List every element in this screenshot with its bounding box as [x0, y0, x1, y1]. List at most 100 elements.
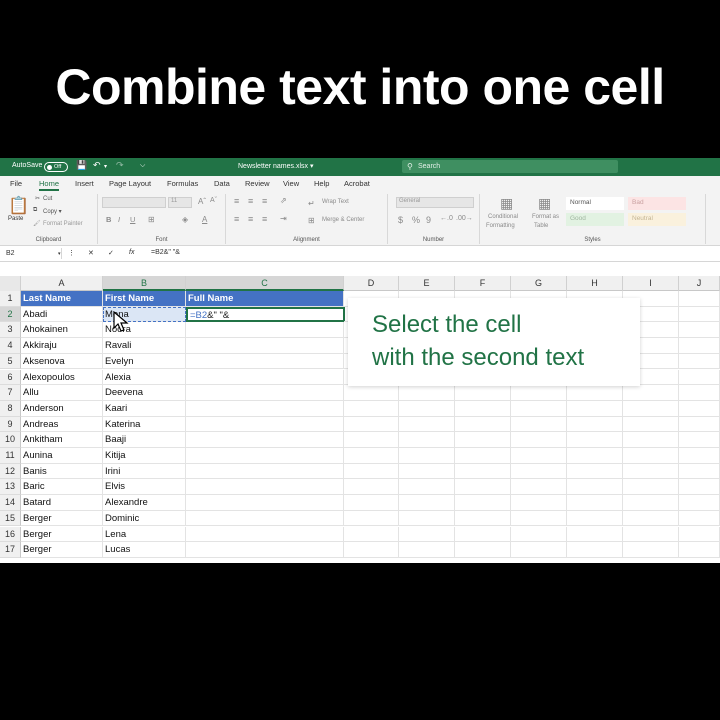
column-header-j[interactable]: J [679, 276, 720, 291]
cell-d7[interactable] [344, 385, 399, 401]
cell-c15[interactable] [186, 510, 344, 527]
orientation-icon[interactable]: ⇗ [280, 196, 287, 205]
cell-a2[interactable]: Abadi [21, 306, 103, 323]
row-header-14[interactable]: 14 [0, 495, 21, 511]
redo-icon[interactable]: ↷ [116, 160, 124, 171]
cell-b15[interactable]: Dominic [103, 510, 186, 527]
cell-a6[interactable]: Alexopoulos [21, 369, 103, 386]
cell-g17[interactable] [511, 542, 567, 558]
cell-f17[interactable] [455, 542, 511, 558]
row-header-10[interactable]: 10 [0, 432, 21, 448]
row-header-7[interactable]: 7 [0, 385, 21, 401]
cell-d12[interactable] [344, 463, 399, 480]
align-right-icon[interactable]: ≡ [262, 214, 267, 224]
tab-file[interactable]: File [10, 179, 22, 188]
cell-j1[interactable] [679, 291, 720, 307]
name-box-dropdown-icon[interactable]: ▾ [58, 251, 61, 257]
row-header-11[interactable]: 11 [0, 448, 21, 464]
borders-icon[interactable]: ⊞ [148, 215, 155, 224]
align-bottom-icon[interactable]: ≡ [262, 196, 267, 206]
cell-h7[interactable] [567, 385, 623, 401]
row-header-4[interactable]: 4 [0, 338, 21, 354]
format-as-table-label-1[interactable]: Format as [532, 214, 559, 220]
cell-c12[interactable] [186, 463, 344, 480]
cell-a8[interactable]: Anderson [21, 400, 103, 417]
cell-g8[interactable] [511, 400, 567, 417]
row-header-9[interactable]: 9 [0, 416, 21, 433]
cell-b4[interactable]: Ravali [103, 338, 186, 354]
conditional-formatting-icon[interactable]: ▦ [500, 195, 513, 212]
copy-button[interactable]: Copy ▾ [43, 208, 62, 215]
cell-a3[interactable]: Ahokainen [21, 322, 103, 339]
insert-function-icon[interactable]: fx [129, 249, 134, 256]
cell-j14[interactable] [679, 495, 720, 511]
cell-b11[interactable]: Kitija [103, 448, 186, 464]
row-header-5[interactable]: 5 [0, 353, 21, 370]
row-header-13[interactable]: 13 [0, 479, 21, 496]
cell-g11[interactable] [511, 448, 567, 464]
cell-f8[interactable] [455, 400, 511, 417]
font-color-icon[interactable]: A [202, 215, 207, 224]
fill-color-icon[interactable]: ◈ [182, 215, 188, 224]
cell-g9[interactable] [511, 416, 567, 433]
column-header-d[interactable]: D [344, 276, 399, 291]
cell-f10[interactable] [455, 432, 511, 448]
format-as-table-label-2[interactable]: Table [534, 223, 548, 229]
cell-g15[interactable] [511, 510, 567, 527]
bold-icon[interactable]: B [106, 215, 111, 224]
cell-i15[interactable] [623, 510, 679, 527]
format-as-table-icon[interactable]: ▦ [538, 195, 551, 212]
wrap-text-icon[interactable]: ↵ [308, 199, 315, 208]
row-header-16[interactable]: 16 [0, 526, 21, 543]
merge-center-button[interactable]: Merge & Center [322, 217, 364, 223]
align-middle-icon[interactable]: ≡ [248, 196, 253, 206]
grow-font-icon[interactable]: Aˆ [198, 197, 206, 206]
cell-d16[interactable] [344, 526, 399, 543]
cell-i11[interactable] [623, 448, 679, 464]
cell-c4[interactable] [186, 338, 344, 354]
style-good[interactable]: Good [566, 213, 624, 226]
cell-b16[interactable]: Lena [103, 526, 186, 543]
cell-j3[interactable] [679, 322, 720, 339]
cell-i8[interactable] [623, 400, 679, 417]
underline-icon[interactable]: U [130, 215, 135, 224]
cut-button[interactable]: Cut [43, 196, 52, 202]
cell-a1[interactable]: Last Name [21, 291, 103, 307]
cell-g7[interactable] [511, 385, 567, 401]
cell-e16[interactable] [399, 526, 455, 543]
cell-d17[interactable] [344, 542, 399, 558]
cell-d13[interactable] [344, 479, 399, 496]
cell-b8[interactable]: Kaari [103, 400, 186, 417]
cell-j4[interactable] [679, 338, 720, 354]
enter-icon[interactable]: ✓ [108, 249, 114, 257]
cell-h11[interactable] [567, 448, 623, 464]
column-header-f[interactable]: F [455, 276, 511, 291]
cell-e11[interactable] [399, 448, 455, 464]
cell-j12[interactable] [679, 463, 720, 480]
cell-f13[interactable] [455, 479, 511, 496]
cell-c11[interactable] [186, 448, 344, 464]
cell-d11[interactable] [344, 448, 399, 464]
cell-i12[interactable] [623, 463, 679, 480]
comma-icon[interactable]: 9 [426, 215, 431, 225]
merge-icon[interactable]: ⊞ [308, 216, 315, 225]
cell-b12[interactable]: Irini [103, 463, 186, 480]
currency-icon[interactable]: $ [398, 215, 403, 225]
percent-icon[interactable]: % [412, 215, 420, 225]
cell-i17[interactable] [623, 542, 679, 558]
cell-c5[interactable] [186, 353, 344, 370]
cell-h16[interactable] [567, 526, 623, 543]
align-center-icon[interactable]: ≡ [248, 214, 253, 224]
column-header-e[interactable]: E [399, 276, 455, 291]
increase-decimal-icon[interactable]: ←.0 [440, 215, 453, 222]
cell-a7[interactable]: Allu [21, 385, 103, 401]
undo-dropdown-icon[interactable]: ▾ [104, 163, 107, 170]
cell-h13[interactable] [567, 479, 623, 496]
cell-b9[interactable]: Katerina [103, 416, 186, 433]
tab-formulas[interactable]: Formulas [167, 179, 198, 188]
cell-e10[interactable] [399, 432, 455, 448]
tab-acrobat[interactable]: Acrobat [344, 179, 370, 188]
cell-h10[interactable] [567, 432, 623, 448]
cell-h14[interactable] [567, 495, 623, 511]
cell-f14[interactable] [455, 495, 511, 511]
